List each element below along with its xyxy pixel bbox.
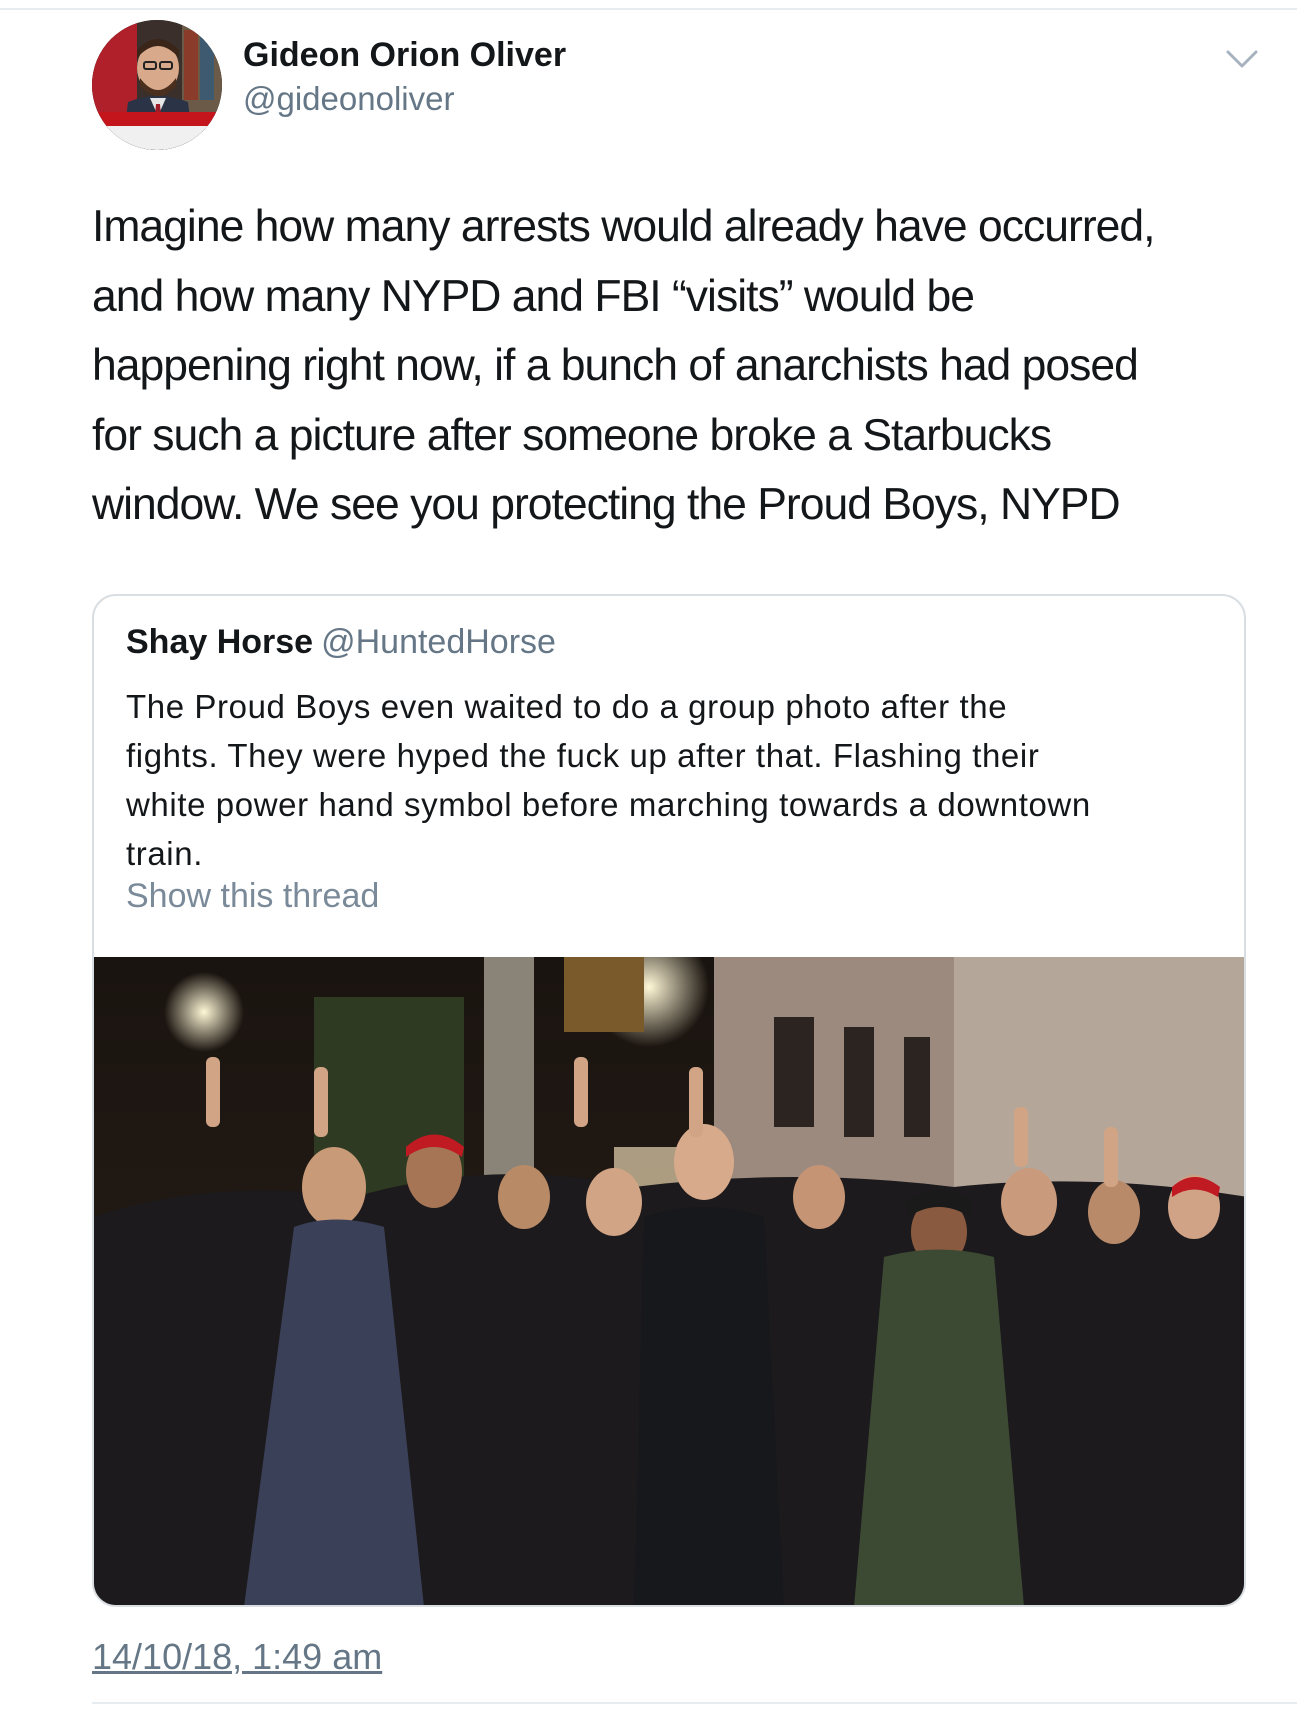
tweet-text-line: happening right now, if a bunch of anarc…	[92, 341, 1139, 390]
tweet-text: Imagine how many arrests would already h…	[92, 192, 1252, 540]
quoted-text-line: fights. They were hyped the fuck up afte…	[126, 737, 1040, 774]
author-avatar[interactable]	[92, 20, 222, 150]
avatar-image	[92, 20, 222, 150]
chevron-down-icon[interactable]	[1222, 44, 1262, 74]
group-photo-image	[94, 957, 1244, 1605]
author-name[interactable]: Gideon Orion Oliver	[243, 36, 566, 75]
show-thread-link[interactable]: Show this thread	[126, 877, 379, 916]
top-divider	[0, 8, 1297, 10]
quoted-text-line: train.	[126, 835, 203, 872]
tweet-timestamp[interactable]: 14/10/18, 1:49 am	[92, 1636, 382, 1678]
quoted-tweet-photo[interactable]	[94, 957, 1244, 1605]
bottom-divider	[92, 1702, 1297, 1704]
tweet-text-line: for such a picture after someone broke a…	[92, 410, 1052, 460]
quoted-author-handle: @HuntedHorse	[321, 623, 556, 661]
tweet-text-line: window. We see you protecting the Proud …	[92, 480, 1121, 529]
quoted-tweet-card[interactable]: Shay Horse @HuntedHorse The Proud Boys ev…	[92, 594, 1246, 1607]
author-handle[interactable]: @gideonoliver	[243, 80, 454, 118]
quoted-author-name: Shay Horse	[126, 623, 314, 661]
tweet-text-line: Imagine how many arrests would already h…	[92, 202, 1156, 251]
quoted-tweet-header: Shay Horse @HuntedHorse	[126, 623, 556, 662]
tweet-text-line: and how many NYPD and FBI “visits” would…	[92, 271, 975, 321]
quoted-text-line: The Proud Boys even waited to do a group…	[126, 688, 1008, 725]
quoted-text-line: white power hand symbol before marching …	[126, 786, 1091, 823]
quoted-tweet-text: The Proud Boys even waited to do a group…	[126, 682, 1216, 878]
